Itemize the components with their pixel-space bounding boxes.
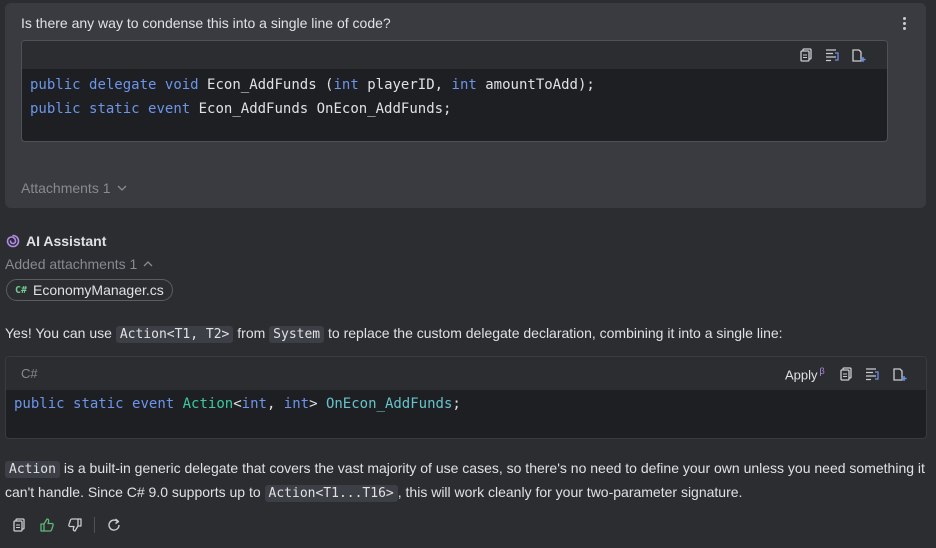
code-line: public delegate void Econ_AddFunds (int … — [30, 77, 595, 93]
code-token: static — [73, 396, 124, 412]
copy-icon[interactable] — [797, 46, 815, 64]
code-token: int — [241, 396, 267, 412]
assistant-paragraph-2: Action is a built-in generic delegate th… — [5, 457, 925, 505]
text-run: , this will work cleanly for your two-pa… — [397, 484, 743, 500]
attachments-label: Attachments 1 — [21, 180, 111, 196]
inline-code: Action<T1...T16> — [264, 485, 398, 502]
attachment-file-name: EconomyManager.cs — [33, 282, 164, 298]
code-token: event — [132, 396, 175, 412]
added-attachments-label: Added attachments 1 — [5, 256, 138, 272]
code-token: OnEcon_AddFunds — [325, 396, 453, 412]
chevron-down-icon — [117, 185, 126, 191]
inline-code: Action — [5, 461, 60, 478]
text-run: Yes! You can use — [5, 325, 116, 341]
inline-code: Action<T1, T2> — [115, 326, 234, 343]
chevron-up-icon — [143, 261, 153, 267]
code-language-label: C# — [21, 366, 38, 381]
thumbs-up-icon[interactable] — [38, 516, 56, 534]
format-icon[interactable] — [823, 46, 841, 64]
insert-icon[interactable] — [890, 365, 908, 383]
apply-button[interactable]: Apply β — [785, 366, 825, 382]
beta-badge: β — [819, 366, 825, 376]
user-question-text: Is there any way to condense this into a… — [21, 15, 391, 31]
added-attachments-toggle[interactable]: Added attachments 1 — [5, 256, 153, 272]
apply-label: Apply — [785, 367, 818, 383]
inline-code: System — [269, 326, 325, 343]
user-message-card: Is there any way to condense this into a… — [5, 3, 926, 208]
csharp-file-icon: C# — [15, 284, 28, 296]
text-run: to replace the custom delegate declarati… — [324, 325, 783, 341]
copy-icon[interactable] — [10, 516, 28, 534]
code-token: , — [266, 396, 284, 412]
insert-icon[interactable] — [849, 46, 867, 64]
ai-assistant-icon — [6, 234, 20, 248]
format-icon[interactable] — [863, 365, 881, 383]
copy-icon[interactable] — [837, 365, 855, 383]
attachments-toggle[interactable]: Attachments 1 — [21, 180, 127, 196]
text-run: from — [233, 325, 270, 341]
assistant-paragraph-1: Yes! You can use Action<T1, T2> from Sys… — [5, 323, 783, 345]
assistant-name: AI Assistant — [26, 233, 107, 249]
user-code-block: public delegate void Econ_AddFunds (int … — [21, 40, 888, 142]
code-token: < — [233, 396, 242, 412]
code-token: > — [309, 396, 326, 412]
user-code-text[interactable]: public delegate void Econ_AddFunds (int … — [30, 73, 595, 121]
assistant-code-block: C# Apply β public static event Action<int… — [5, 356, 927, 439]
assistant-code-text[interactable]: public static event Action<int, int> OnE… — [14, 394, 461, 414]
divider — [94, 517, 95, 533]
thumbs-down-icon[interactable] — [66, 516, 84, 534]
code-line: public static event Econ_AddFunds OnEcon… — [30, 101, 452, 117]
attachment-file-chip[interactable]: C# EconomyManager.cs — [6, 279, 173, 301]
user-code-header — [22, 41, 887, 69]
response-actions — [10, 516, 123, 534]
code-token: Action — [182, 396, 234, 412]
code-token: public — [14, 396, 65, 412]
regenerate-icon[interactable] — [105, 516, 123, 534]
code-token: ; — [452, 396, 461, 412]
assistant-code-header: C# Apply β — [6, 357, 926, 390]
more-vertical-icon[interactable] — [897, 11, 911, 35]
assistant-header: AI Assistant — [6, 233, 106, 249]
code-token: int — [283, 396, 310, 412]
